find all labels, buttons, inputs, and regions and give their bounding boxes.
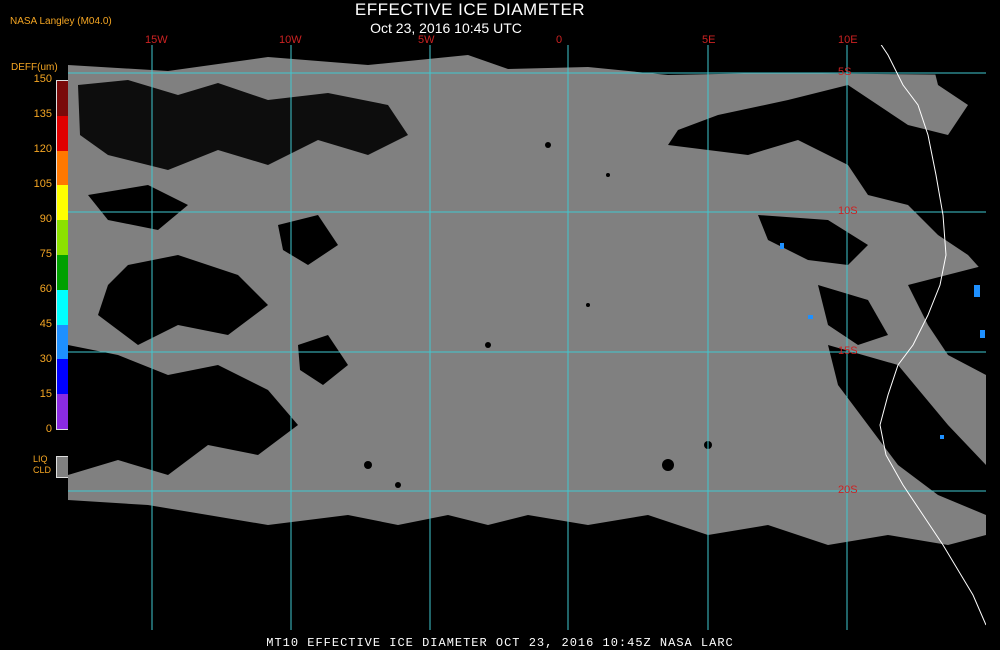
colorbar-tick-label: 90 [39,213,52,225]
footer-caption: MT10 EFFECTIVE ICE DIAMETER OCT 23, 2016… [266,636,734,650]
liquid-cloud-label-2: CLD [33,465,52,475]
colorbar-tick-label: 30 [39,353,52,365]
colorbar-tick-label: 0 [45,423,52,435]
colorbar-tick-label: 75 [39,248,52,260]
longitude-label: 5W [418,34,435,46]
map-title: EFFECTIVE ICE DIAMETER [354,0,586,19]
latitude-label: 20S [838,484,858,496]
colorbar-tick-label: 15 [39,388,52,400]
longitude-label: 15W [145,34,168,46]
colorbar-tick-label: 60 [39,283,52,295]
colorbar-tick-label: 105 [33,178,52,190]
latitude-label: 15S [838,345,858,357]
liquid-cloud-label-1: LIQ [33,454,48,464]
latitude-label: 5S [838,66,852,78]
longitude-label: 10W [279,34,302,46]
satellite-map [68,45,986,630]
colorbar-tick-label: 45 [39,318,52,330]
colorbar-tick-label: 150 [33,73,52,85]
colorbar-tick-label: 120 [33,143,52,155]
colorbar-tick-label: 135 [33,108,52,120]
colorbar-unit-label: DEFF(um) [11,62,58,73]
longitude-label: 0 [556,34,563,46]
longitude-label: 10E [838,34,858,46]
longitude-label: 5E [702,34,716,46]
map-subtitle: Oct 23, 2016 10:45 UTC [370,20,522,36]
latitude-label: 10S [838,205,858,217]
